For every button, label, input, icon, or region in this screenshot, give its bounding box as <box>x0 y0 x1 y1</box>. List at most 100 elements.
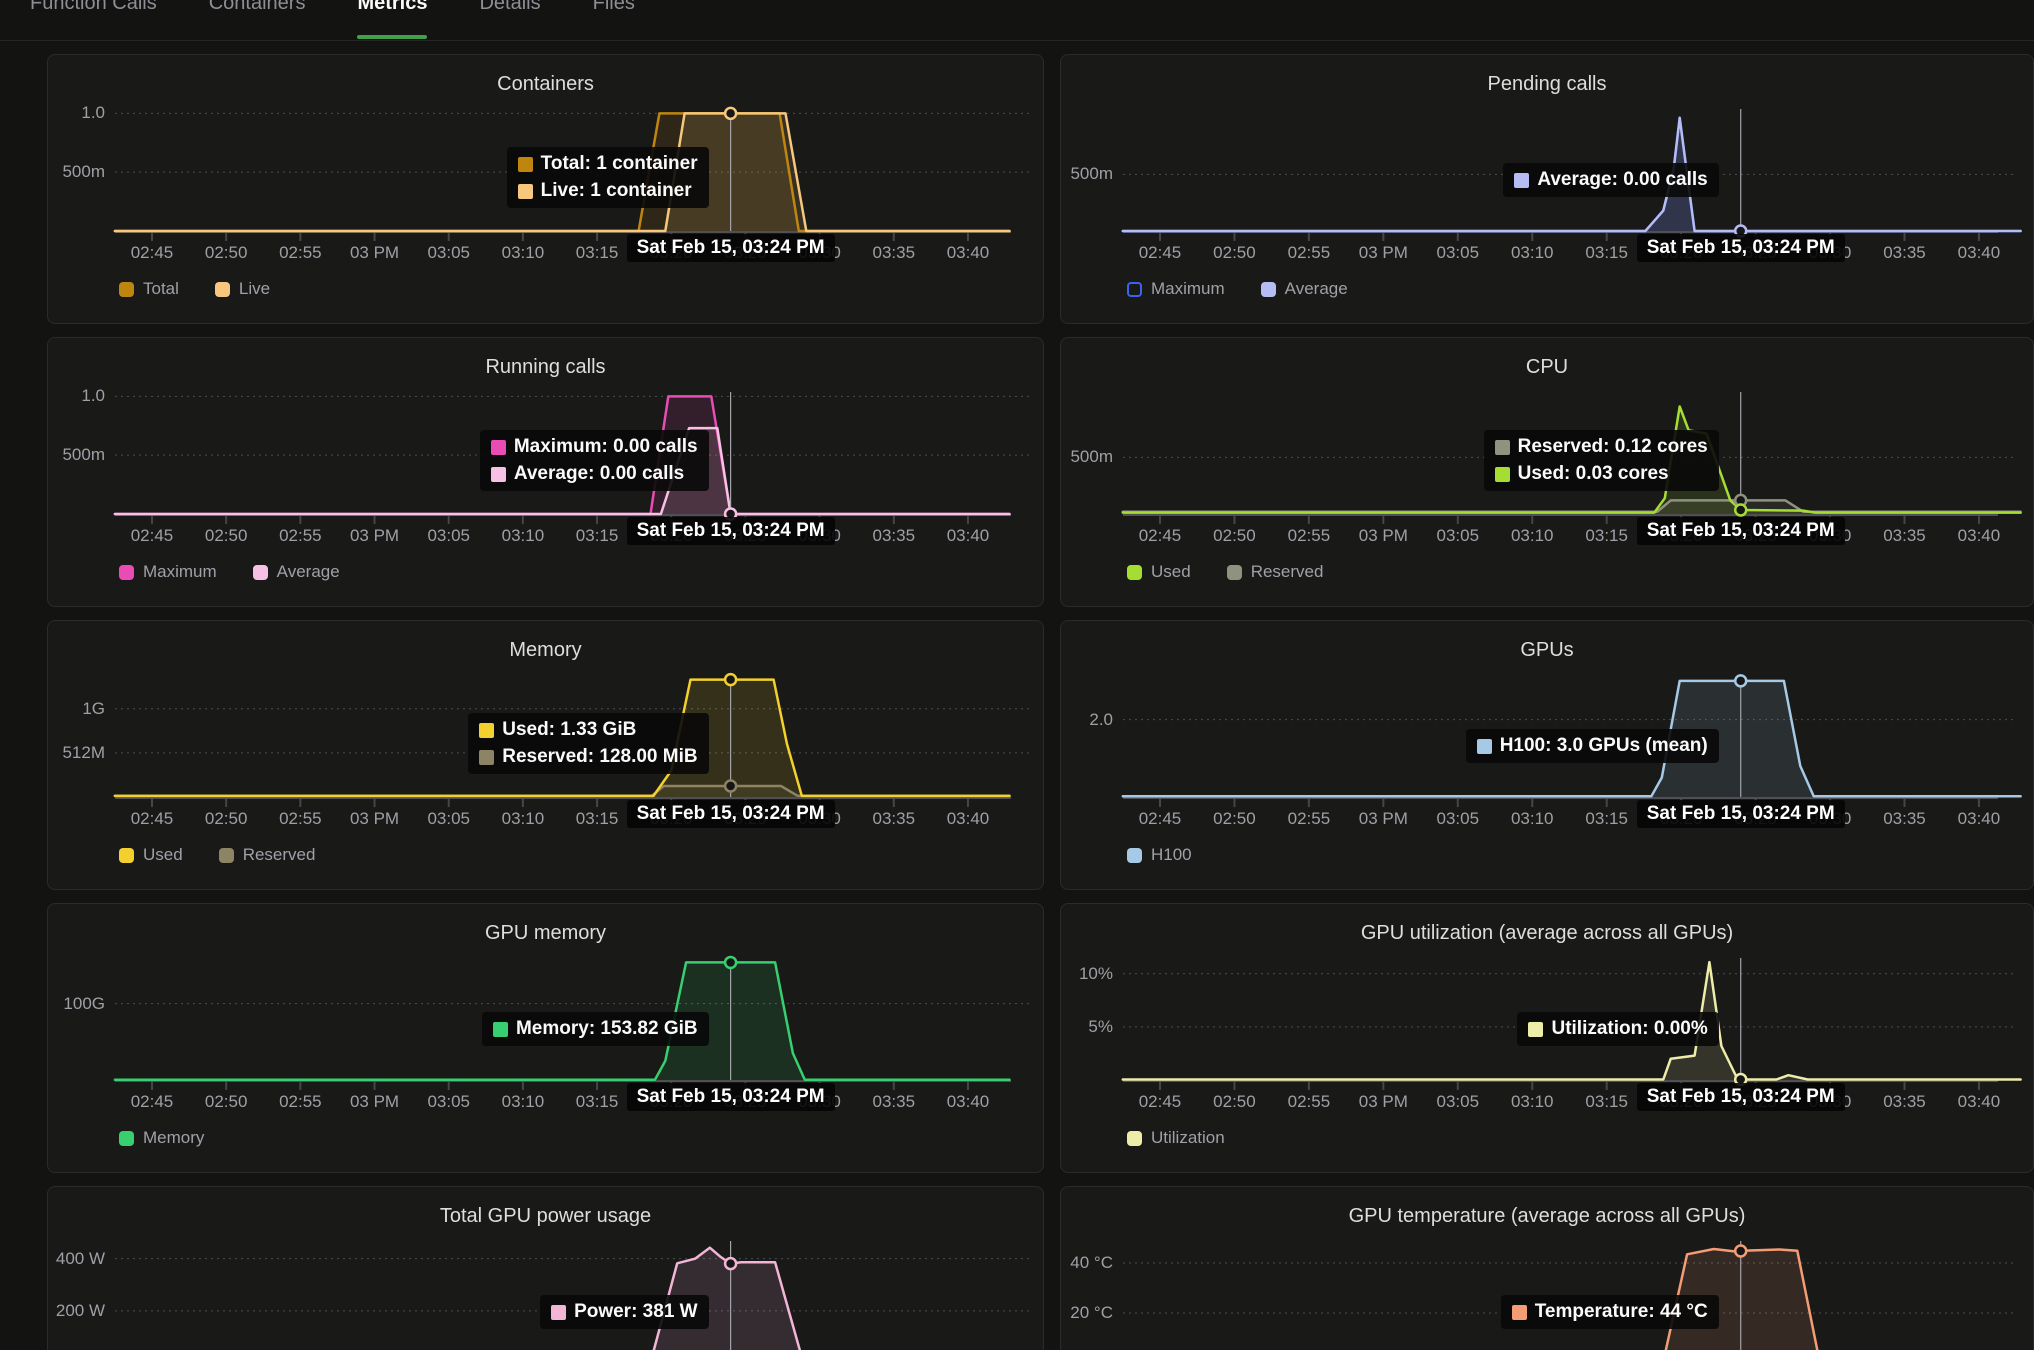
x-axis-tick-label: 02:55 <box>1269 243 1349 263</box>
series-hover-marker <box>1735 505 1746 516</box>
tab-label: Files <box>593 0 635 15</box>
tooltip-series-color-swatch <box>1495 440 1510 455</box>
value-tooltip: Average: 0.00 calls <box>1503 163 1718 197</box>
legend-swatch <box>1261 282 1276 297</box>
tooltip-series-value: Utilization: 0.00% <box>1551 1018 1707 1040</box>
legend-swatch <box>119 565 134 580</box>
y-axis-tick-label: 40 °C <box>1033 1253 1113 1273</box>
date-tooltip: Sat Feb 15, 03:24 PM <box>1637 1083 1845 1111</box>
x-axis-tick-label: 03:35 <box>854 809 934 829</box>
x-axis-tick-label: 03 PM <box>1343 1092 1423 1112</box>
tooltip-row: Utilization: 0.00% <box>1528 1018 1707 1040</box>
tooltip-series-value: Reserved: 0.12 cores <box>1518 436 1708 458</box>
chart-card-gpu-temperature-average-across-all-gpus: GPU temperature (average across all GPUs… <box>1060 1186 2034 1350</box>
tooltip-row: Used: 1.33 GiB <box>479 719 697 741</box>
series-hover-marker <box>725 780 736 791</box>
x-axis-tick-label: 03 PM <box>1343 526 1423 546</box>
legend-item-maximum[interactable]: Maximum <box>119 562 217 582</box>
x-axis-tick-label: 03:10 <box>483 526 563 546</box>
value-tooltip: Temperature: 44 °C <box>1501 1295 1719 1329</box>
tooltip-series-value: Average: 0.00 calls <box>514 463 684 485</box>
tooltip-row: Maximum: 0.00 calls <box>491 436 698 458</box>
tooltip-series-color-swatch <box>479 723 494 738</box>
tooltip-series-color-swatch <box>518 184 533 199</box>
legend-swatch <box>253 565 268 580</box>
legend-label: Maximum <box>143 562 217 582</box>
tab-containers[interactable]: Containers <box>209 0 306 40</box>
legend-swatch <box>1127 1131 1142 1146</box>
series-hover-marker <box>725 108 736 119</box>
legend-item-h100[interactable]: H100 <box>1127 845 1192 865</box>
date-tooltip: Sat Feb 15, 03:24 PM <box>627 234 835 262</box>
legend-label: Maximum <box>1151 279 1225 299</box>
x-axis-tick-label: 02:55 <box>260 809 340 829</box>
legend-swatch <box>1227 565 1242 580</box>
tab-function-calls[interactable]: Function Calls <box>30 0 157 40</box>
tooltip-series-color-swatch <box>1495 467 1510 482</box>
tooltip-row: Live: 1 container <box>518 180 698 202</box>
x-axis-tick-label: 03:05 <box>409 1092 489 1112</box>
tooltip-row: Total: 1 container <box>518 153 698 175</box>
legend-item-utilization[interactable]: Utilization <box>1127 1128 1225 1148</box>
legend-item-total[interactable]: Total <box>119 279 179 299</box>
x-axis-tick-label: 03 PM <box>335 809 415 829</box>
tooltip-row: Reserved: 128.00 MiB <box>479 746 697 768</box>
x-axis-tick-label: 03:35 <box>1865 809 1945 829</box>
x-axis-tick-label: 03:40 <box>928 1092 1008 1112</box>
legend-item-used[interactable]: Used <box>1127 562 1191 582</box>
x-axis-tick-label: 02:50 <box>186 809 266 829</box>
x-axis-tick-label: 02:50 <box>1194 243 1274 263</box>
tab-details[interactable]: Details <box>479 0 540 40</box>
chart-card-pending-calls: Pending calls500m02:4502:5002:5503 PM03:… <box>1060 54 2034 324</box>
value-tooltip: Memory: 153.82 GiB <box>482 1012 709 1046</box>
x-axis-tick-label: 03:15 <box>557 1092 637 1112</box>
series-line-reserved <box>1123 500 2021 511</box>
x-axis-tick-label: 02:55 <box>260 1092 340 1112</box>
legend-swatch <box>1127 848 1142 863</box>
tab-metrics[interactable]: Metrics <box>357 0 427 40</box>
tooltip-row: Used: 0.03 cores <box>1495 463 1708 485</box>
legend-swatch <box>119 1131 134 1146</box>
legend-item-average[interactable]: Average <box>253 562 340 582</box>
chart-card-gpu-utilization-average-across-all-gpus: GPU utilization (average across all GPUs… <box>1060 903 2034 1173</box>
legend-item-reserved[interactable]: Reserved <box>1227 562 1324 582</box>
value-tooltip: Used: 1.33 GiB Reserved: 128.00 MiB <box>468 713 708 774</box>
tab-files[interactable]: Files <box>593 0 635 40</box>
legend-label: Average <box>1285 279 1348 299</box>
chart-legend: Maximum Average <box>119 562 340 582</box>
y-axis-tick-label: 1.0 <box>25 103 105 123</box>
tooltip-series-color-swatch <box>1512 1305 1527 1320</box>
x-axis-tick-label: 03:10 <box>1492 526 1572 546</box>
chart-card-memory: Memory1G512M02:4502:5002:5503 PM03:0503:… <box>47 620 1044 890</box>
legend-label: Average <box>277 562 340 582</box>
legend-item-maximum[interactable]: Maximum <box>1127 279 1225 299</box>
x-axis-tick-label: 02:50 <box>186 1092 266 1112</box>
y-axis-tick-label: 512M <box>25 743 105 763</box>
chart-legend: Memory <box>119 1128 204 1148</box>
legend-item-live[interactable]: Live <box>215 279 270 299</box>
tooltip-series-value: Maximum: 0.00 calls <box>514 436 698 458</box>
chart-legend: Maximum Average <box>1127 279 1348 299</box>
series-line-reserved <box>115 786 1010 796</box>
tooltip-series-value: Reserved: 128.00 MiB <box>502 746 697 768</box>
chart-legend: Used Reserved <box>119 845 315 865</box>
y-axis-tick-label: 100G <box>25 994 105 1014</box>
y-axis-tick-label: 10% <box>1033 964 1113 984</box>
tab-label: Containers <box>209 0 306 15</box>
x-axis-tick-label: 03 PM <box>335 526 415 546</box>
chart-legend: H100 <box>1127 845 1192 865</box>
x-axis-tick-label: 03:35 <box>1865 243 1945 263</box>
legend-item-memory[interactable]: Memory <box>119 1128 204 1148</box>
legend-item-average[interactable]: Average <box>1261 279 1348 299</box>
tooltip-series-value: Used: 1.33 GiB <box>502 719 636 741</box>
chart-card-containers: Containers1.0500m02:4502:5002:5503 PM03:… <box>47 54 1044 324</box>
x-axis-tick-label: 03:05 <box>409 243 489 263</box>
date-tooltip: Sat Feb 15, 03:24 PM <box>627 800 835 828</box>
y-axis-tick-label: 500m <box>25 445 105 465</box>
x-axis-tick-label: 03:05 <box>409 526 489 546</box>
legend-item-reserved[interactable]: Reserved <box>219 845 316 865</box>
legend-swatch <box>219 848 234 863</box>
tooltip-row: Temperature: 44 °C <box>1512 1301 1708 1323</box>
legend-item-used[interactable]: Used <box>119 845 183 865</box>
legend-label: Used <box>1151 562 1191 582</box>
